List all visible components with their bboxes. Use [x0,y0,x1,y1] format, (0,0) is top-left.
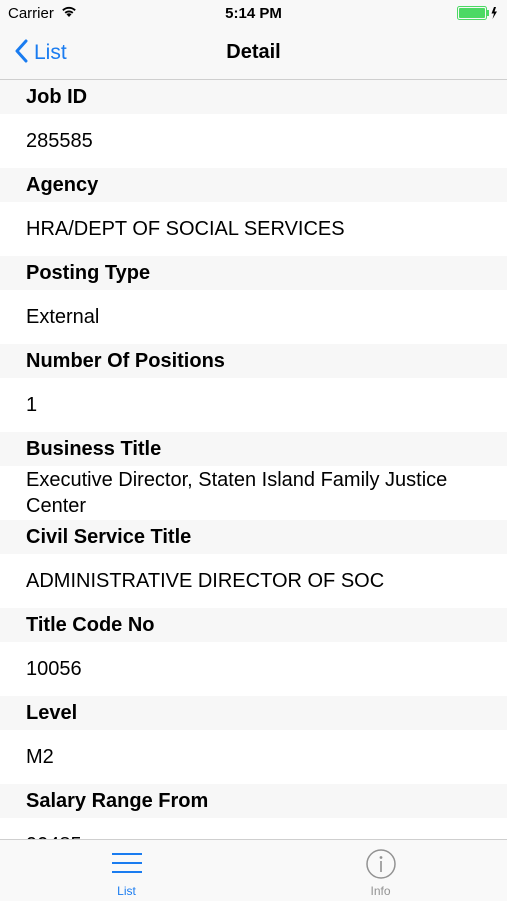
field-value-business-title: Executive Director, Staten Island Family… [0,466,507,520]
field-value-text: 1 [26,394,38,416]
field-value-text: External [26,306,100,328]
field-value-job-id: 285585 [0,114,507,168]
field-value-text: 10056 [26,658,82,680]
detail-list[interactable]: Job ID 285585 Agency HRA/DEPT OF SOCIAL … [0,80,507,839]
page-title: Detail [226,41,281,63]
tab-bar: List Info [0,839,507,901]
field-value-number-of-positions: 1 [0,378,507,432]
tab-list-label: List [117,884,136,898]
field-value-text: ADMINISTRATIVE DIRECTOR OF SOC [26,570,385,592]
field-value-salary-range-from: 90485 [0,818,507,839]
field-label-civil-service-title: Civil Service Title [0,520,507,554]
field-value-text: HRA/DEPT OF SOCIAL SERVICES [26,218,345,240]
info-icon [365,849,397,885]
field-label-agency: Agency [0,168,507,202]
field-label-number-of-positions: Number Of Positions [0,344,507,378]
field-label-level: Level [0,696,507,730]
field-label-title-code-no: Title Code No [0,608,507,642]
field-value-text: 285585 [26,130,93,152]
field-label-business-title: Business Title [0,432,507,466]
field-value-text: 90485 [26,832,82,839]
list-icon [111,850,143,881]
field-value-agency: HRA/DEPT OF SOCIAL SERVICES [0,202,507,256]
field-value-text: M2 [26,746,54,768]
clock-time: 5:14 PM [225,5,282,22]
battery-icon [457,6,499,25]
field-label-job-id: Job ID [0,80,507,114]
field-value-level: M2 [0,730,507,784]
field-value-title-code-no: 10056 [0,642,507,696]
field-label-posting-type: Posting Type [0,256,507,290]
field-label-salary-range-from: Salary Range From [0,784,507,818]
tab-info-label: Info [370,884,391,898]
field-value-text: Executive Director, Staten Island Family… [26,469,448,517]
field-value-posting-type: External [0,290,507,344]
navigation-bar: List Detail [0,28,507,80]
tab-list[interactable]: List [0,840,253,901]
status-bar: Carrier 5:14 PM [0,0,507,28]
tab-info[interactable]: Info [254,840,507,901]
field-value-civil-service-title: ADMINISTRATIVE DIRECTOR OF SOC [0,554,507,608]
